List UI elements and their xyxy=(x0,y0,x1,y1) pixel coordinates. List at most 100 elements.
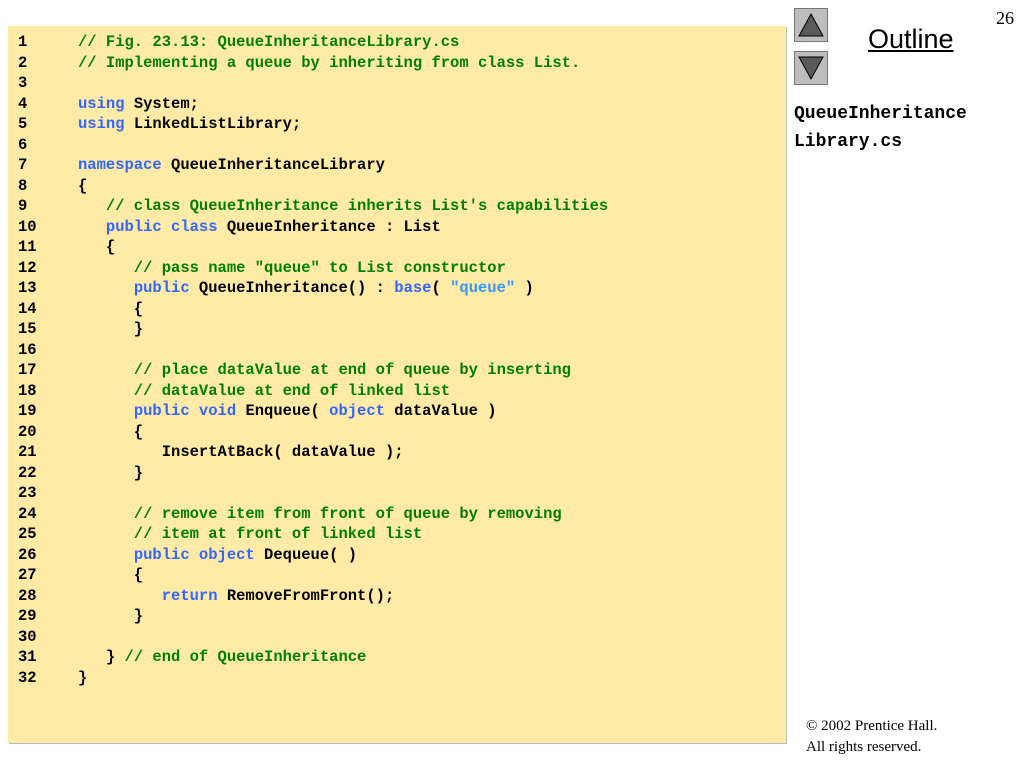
outline-link[interactable]: Outline xyxy=(868,24,954,55)
code-listing-panel: 1 // Fig. 23.13: QueueInheritanceLibrary.… xyxy=(8,26,786,743)
line-number: 24 xyxy=(18,504,37,523)
code-token-keyword: object xyxy=(329,402,385,420)
code-line: 7 namespace QueueInheritanceLibrary xyxy=(8,155,786,175)
line-number: 17 xyxy=(18,361,37,379)
code-text: { xyxy=(78,565,143,585)
code-text: // pass name "queue" to List constructor xyxy=(78,258,506,278)
line-number: 25 xyxy=(18,525,37,543)
line-number: 19 xyxy=(18,402,37,420)
code-line: 26 public object Dequeue( ) xyxy=(8,545,786,565)
code-token-keyword: public void xyxy=(133,402,237,420)
line-number: 9 xyxy=(18,197,28,215)
line-number: 23 xyxy=(18,484,37,502)
code-token-comment: // place dataValue at end of queue by in… xyxy=(78,361,571,379)
code-token-keyword: return xyxy=(161,586,218,605)
code-token-keyword: public class xyxy=(105,217,218,236)
line-number: 28 xyxy=(18,586,37,605)
code-token-keyword: base xyxy=(394,279,432,297)
copyright-line-1: © 2002 Prentice Hall. xyxy=(806,716,937,737)
code-token-plain: } xyxy=(78,320,144,338)
code-token-plain: } xyxy=(78,607,144,625)
line-number: 21 xyxy=(18,443,37,461)
code-token-plain: { xyxy=(78,299,144,318)
slide-number: 26 xyxy=(996,8,1014,28)
code-token-plain: } xyxy=(78,648,125,666)
code-token-comment: // item at front of linked list xyxy=(78,525,423,543)
line-number: 1 xyxy=(18,33,28,51)
line-number: 30 xyxy=(18,627,37,646)
code-line: 6 xyxy=(8,135,786,155)
code-line: 4 using System; xyxy=(8,94,786,114)
code-token-plain: Enqueue( xyxy=(236,402,330,420)
line-number: 15 xyxy=(18,320,37,338)
code-line: 24 // remove item from front of queue by… xyxy=(8,504,786,524)
code-line: 32} xyxy=(8,668,786,688)
code-line: 11 { xyxy=(8,237,786,257)
code-token-keyword: public object xyxy=(133,545,255,564)
code-token-keyword: using xyxy=(78,94,125,113)
code-line: 18 // dataValue at end of linked list xyxy=(8,381,786,401)
triangle-up-icon xyxy=(798,12,824,37)
code-text: namespace QueueInheritanceLibrary xyxy=(78,155,385,175)
line-number: 13 xyxy=(18,279,37,297)
code-token-plain: } xyxy=(78,463,144,482)
code-line: 30 xyxy=(8,627,786,647)
code-token-plain: QueueInheritance : List xyxy=(217,217,441,236)
code-token-string: "queue" xyxy=(450,279,516,297)
line-number: 2 xyxy=(18,53,28,72)
code-token-plain: Dequeue( ) xyxy=(254,545,358,564)
code-token-plain: System; xyxy=(124,94,199,113)
code-token-plain: ) xyxy=(515,279,534,297)
code-text: } xyxy=(78,319,143,339)
code-token-plain: { xyxy=(78,176,88,195)
code-token-comment: // dataValue at end of linked list xyxy=(78,381,451,400)
code-text: { xyxy=(78,176,87,196)
copyright-text: 2002 Prentice Hall. xyxy=(817,718,938,734)
line-number: 26 xyxy=(18,545,37,564)
line-number: 6 xyxy=(18,135,28,154)
line-number: 12 xyxy=(18,258,37,277)
code-text: InsertAtBack( dataValue ); xyxy=(78,442,404,462)
code-token-comment: // Implementing a queue by inheriting fr… xyxy=(78,53,581,72)
code-line: 15 } xyxy=(8,319,786,339)
code-token-comment: // remove item from front of queue by re… xyxy=(78,504,562,523)
code-token-plain: { xyxy=(78,238,116,256)
code-token-keyword: namespace xyxy=(78,156,162,174)
line-number: 4 xyxy=(18,94,28,113)
code-line: 22 } xyxy=(8,463,786,483)
code-text: // class QueueInheritance inherits List'… xyxy=(78,196,608,216)
code-line: 14 { xyxy=(8,299,786,319)
code-line: 27 { xyxy=(8,565,786,585)
code-text: // remove item from front of queue by re… xyxy=(78,504,562,524)
code-line: 20 { xyxy=(8,422,786,442)
code-token-plain: { xyxy=(78,566,144,584)
code-text: // dataValue at end of linked list xyxy=(78,381,450,401)
code-text: using System; xyxy=(78,94,199,114)
code-text: // item at front of linked list xyxy=(78,524,422,544)
code-token-plain: QueueInheritance() : xyxy=(189,279,395,297)
triangle-down-icon xyxy=(798,56,824,81)
line-number: 5 xyxy=(18,115,28,133)
code-token-plain: } xyxy=(78,668,88,687)
code-text: return RemoveFromFront(); xyxy=(78,586,395,606)
code-line: 17 // place dataValue at end of queue by… xyxy=(8,360,786,380)
code-line: 25 // item at front of linked list xyxy=(8,524,786,544)
code-line: 8{ xyxy=(8,176,786,196)
code-token-keyword: public xyxy=(133,279,190,297)
code-token-plain: InsertAtBack( dataValue ); xyxy=(78,443,404,461)
code-text: } xyxy=(78,463,143,483)
copyright-line-2: All rights reserved. xyxy=(806,739,922,755)
line-number: 32 xyxy=(18,668,37,687)
code-text: } xyxy=(78,668,87,688)
code-line: 10 public class QueueInheritance : List xyxy=(8,217,786,237)
copyright-notice: © 2002 Prentice Hall. All rights reserve… xyxy=(806,716,937,758)
previous-slide-button[interactable] xyxy=(794,8,828,42)
next-slide-button[interactable] xyxy=(794,51,828,85)
code-text: using LinkedListLibrary; xyxy=(78,114,301,134)
code-line: 28 return RemoveFromFront(); xyxy=(8,586,786,606)
line-number: 8 xyxy=(18,176,28,195)
